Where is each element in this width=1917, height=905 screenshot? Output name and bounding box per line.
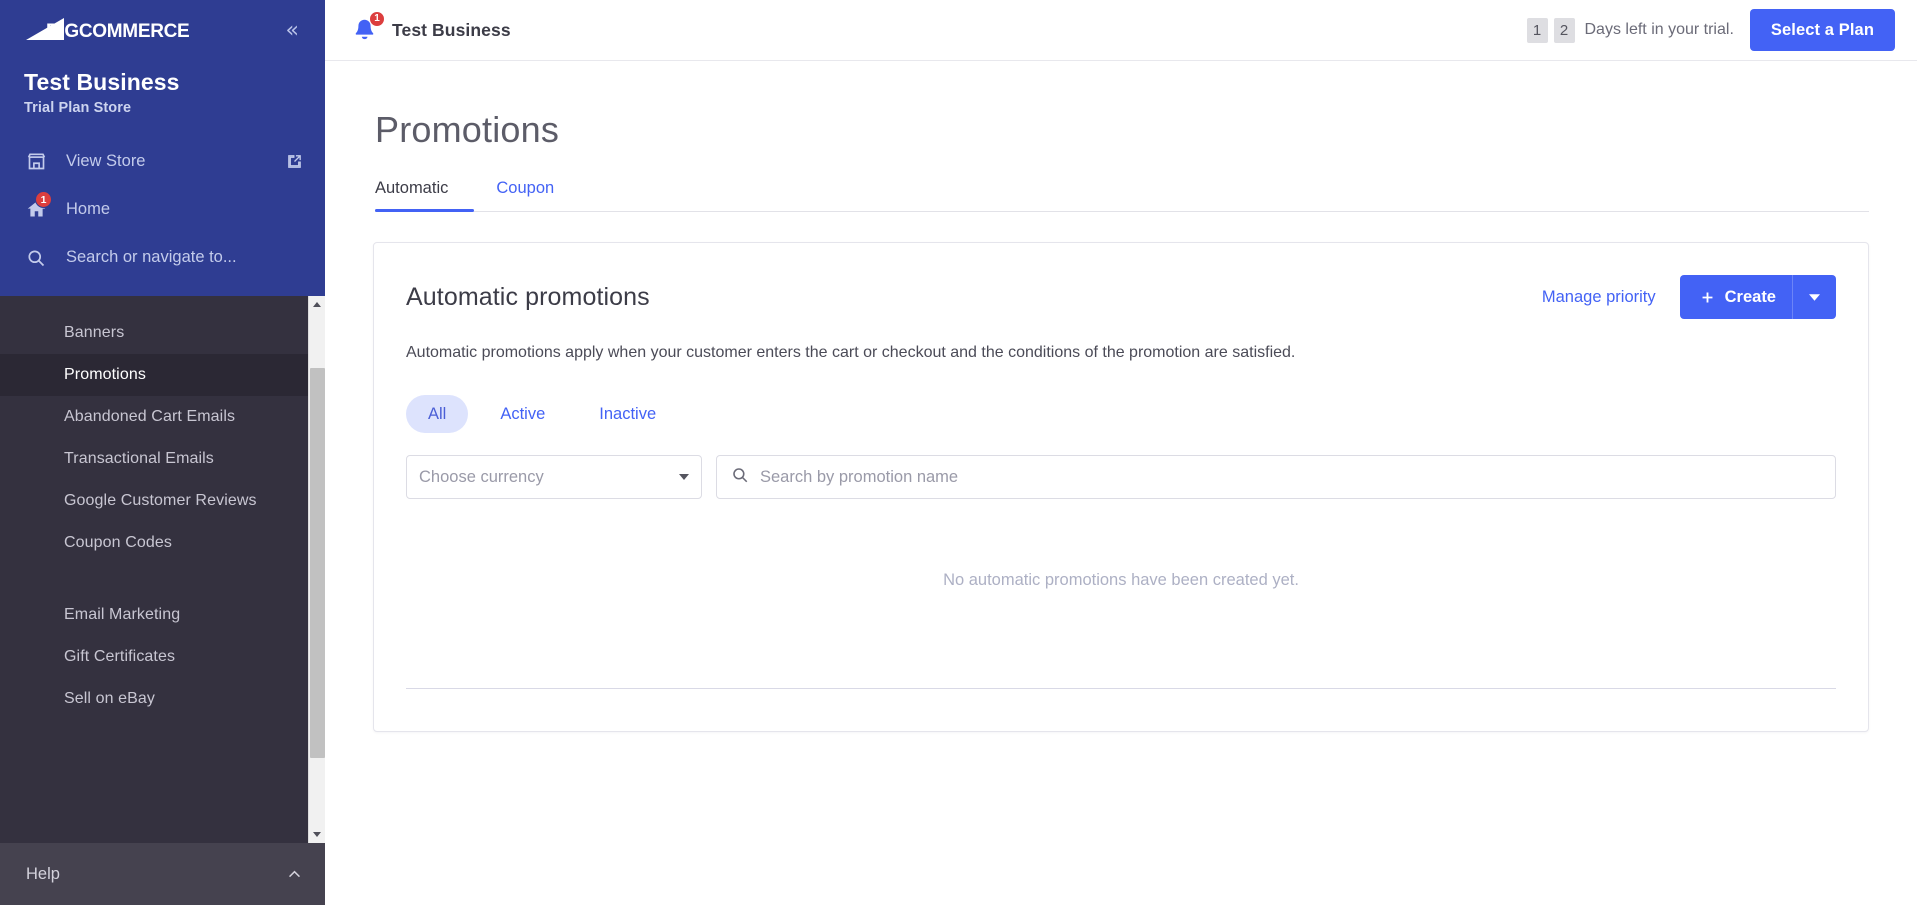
card-header-actions: Manage priority Create	[1542, 275, 1836, 319]
sidebar-header: BIGCOMMERCE « Test Business Trial Plan S…	[0, 0, 325, 296]
card-description: Automatic promotions apply when your cus…	[406, 341, 1836, 365]
sidebar-nav-list: Banners Promotions Abandoned Cart Emails…	[0, 296, 325, 720]
promotion-search[interactable]	[716, 455, 1836, 499]
empty-state-message: No automatic promotions have been create…	[406, 571, 1836, 590]
store-name: Test Business	[24, 68, 301, 97]
sidebar-item-sell-on-ebay[interactable]: Sell on eBay	[0, 678, 325, 720]
page-content: Promotions Automatic Coupon Automatic pr…	[325, 61, 1917, 905]
scroll-up-arrow-icon[interactable]	[309, 296, 326, 313]
external-link-icon	[286, 153, 303, 170]
filter-pill-all[interactable]: All	[406, 395, 468, 433]
sidebar-item-transactional-emails[interactable]: Transactional Emails	[0, 438, 325, 480]
help-label: Help	[26, 865, 60, 884]
sidebar-nav: Banners Promotions Abandoned Cart Emails…	[0, 296, 325, 843]
sidebar-help-bar[interactable]: Help	[0, 843, 325, 905]
bigcommerce-logo[interactable]: BIGCOMMERCE	[24, 16, 224, 46]
scrollbar-thumb[interactable]	[310, 368, 325, 758]
brand-row: BIGCOMMERCE «	[0, 0, 325, 62]
store-info: Test Business Trial Plan Store	[0, 62, 325, 138]
trial-text: Days left in your trial.	[1585, 21, 1734, 39]
sidebar-quick-links: View Store 1	[0, 138, 325, 296]
manage-priority-link[interactable]: Manage priority	[1542, 288, 1656, 307]
automatic-promotions-card: Automatic promotions Manage priority Cre…	[373, 242, 1869, 732]
sidebar-item-home[interactable]: 1 Home	[0, 186, 325, 234]
card-footer-divider	[406, 688, 1836, 689]
tab-automatic[interactable]: Automatic	[375, 179, 474, 211]
sidebar-item-label: Home	[66, 200, 110, 219]
home-icon: 1	[26, 199, 52, 220]
card-header: Automatic promotions Manage priority Cre…	[406, 275, 1836, 319]
create-button[interactable]: Create	[1680, 275, 1836, 319]
svg-text:BIGCOMMERCE: BIGCOMMERCE	[46, 21, 189, 42]
sidebar-item-email-marketing[interactable]: Email Marketing	[0, 594, 325, 636]
storefront-icon	[26, 151, 52, 172]
select-a-plan-button[interactable]: Select a Plan	[1750, 9, 1895, 51]
search-icon	[26, 248, 52, 268]
bell-icon[interactable]: 1	[351, 17, 378, 44]
sidebar: BIGCOMMERCE « Test Business Trial Plan S…	[0, 0, 325, 905]
sidebar-item-coupon-codes[interactable]: Coupon Codes	[0, 522, 325, 564]
search-icon	[731, 466, 760, 489]
chevron-down-icon[interactable]	[1792, 275, 1836, 319]
filter-pill-active[interactable]: Active	[478, 395, 567, 433]
app-root: BIGCOMMERCE « Test Business Trial Plan S…	[0, 0, 1917, 905]
sidebar-item-label: View Store	[66, 152, 146, 171]
notification-badge: 1	[369, 11, 385, 27]
sidebar-item-abandoned-cart-emails[interactable]: Abandoned Cart Emails	[0, 396, 325, 438]
chevron-up-icon	[286, 866, 303, 883]
sidebar-nav-divider	[0, 564, 325, 594]
sidebar-collapse-icon[interactable]: «	[280, 16, 303, 46]
main-area: 1 Test Business 1 2 Days left in your tr…	[325, 0, 1917, 905]
filter-row: Choose currency	[406, 455, 1836, 499]
sidebar-item-google-customer-reviews[interactable]: Google Customer Reviews	[0, 480, 325, 522]
chevron-down-icon	[679, 474, 689, 480]
sidebar-item-gift-certificates[interactable]: Gift Certificates	[0, 636, 325, 678]
sidebar-item-view-store[interactable]: View Store	[0, 138, 325, 186]
home-notification-badge: 1	[35, 191, 52, 208]
currency-select-placeholder: Choose currency	[419, 468, 544, 487]
store-plan: Trial Plan Store	[24, 100, 301, 116]
currency-select[interactable]: Choose currency	[406, 455, 702, 499]
promotion-tabs: Automatic Coupon	[375, 179, 1869, 212]
topbar-right: 1 2 Days left in your trial. Select a Pl…	[1527, 9, 1896, 51]
scroll-down-arrow-icon[interactable]	[309, 826, 326, 843]
topbar-title: Test Business	[392, 20, 511, 41]
tab-coupon[interactable]: Coupon	[474, 179, 576, 211]
topbar: 1 Test Business 1 2 Days left in your tr…	[325, 0, 1917, 61]
sidebar-scrollbar[interactable]	[308, 296, 325, 843]
status-filter-pills: All Active Inactive	[406, 395, 1836, 433]
card-title: Automatic promotions	[406, 283, 650, 312]
create-button-label: Create	[1725, 288, 1792, 307]
trial-digit-2: 2	[1554, 18, 1575, 43]
trial-countdown: 1 2 Days left in your trial.	[1527, 18, 1734, 43]
search-input[interactable]	[760, 468, 1821, 487]
scrollbar-track[interactable]	[309, 313, 326, 826]
trial-digit-1: 1	[1527, 18, 1548, 43]
sidebar-item-banners[interactable]: Banners	[0, 312, 325, 354]
sidebar-item-promotions[interactable]: Promotions	[0, 354, 325, 396]
sidebar-search[interactable]: Search or navigate to...	[0, 234, 325, 282]
sidebar-search-label: Search or navigate to...	[66, 248, 237, 267]
filter-pill-inactive[interactable]: Inactive	[577, 395, 678, 433]
page-title: Promotions	[375, 109, 1869, 151]
plus-icon	[1680, 289, 1725, 306]
